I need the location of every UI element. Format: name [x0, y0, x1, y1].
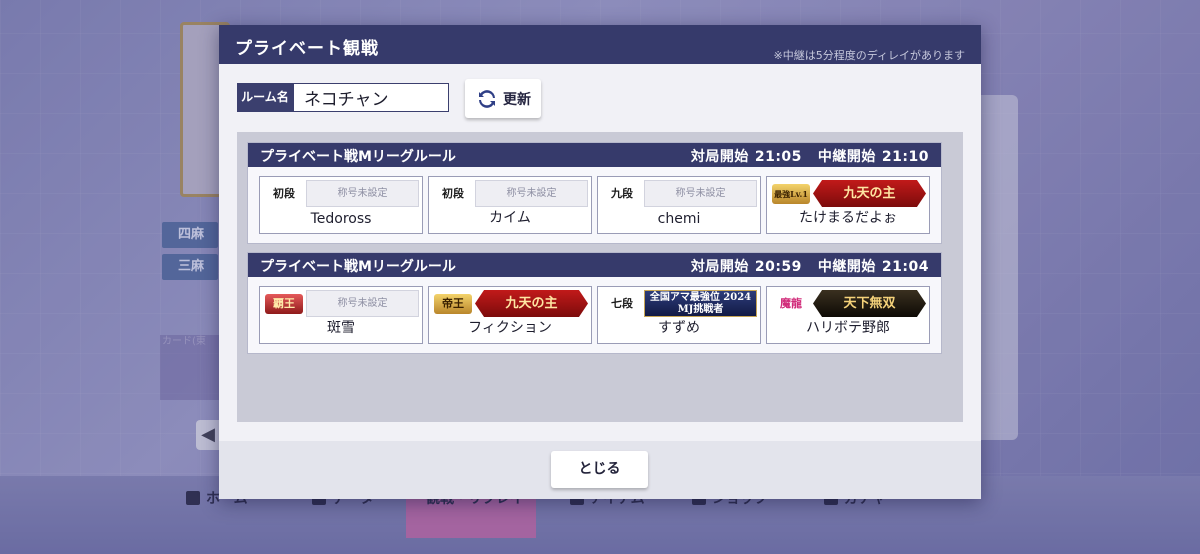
player-name: ハリボテ野郎: [806, 320, 890, 336]
room-name-row: ルーム名: [237, 83, 449, 113]
player-slot[interactable]: 初段 称号未設定 カイム: [428, 176, 592, 234]
refresh-button[interactable]: 更新: [465, 79, 541, 118]
start-label: 対局開始: [690, 149, 749, 165]
match-card[interactable]: プライベート戦Mリーグルール 対局開始 21:05 中継開始 21:10 初段 称号未…: [247, 142, 942, 244]
refresh-icon: [479, 89, 495, 108]
start-time: 21:05: [754, 149, 802, 165]
match-card[interactable]: プライベート戦Mリーグルール 対局開始 20:59 中継開始 21:04 覇王 称号未…: [247, 252, 942, 354]
start-label: 対局開始: [690, 259, 749, 275]
rank-badge: 七段: [611, 297, 633, 310]
match-times: 対局開始 21:05 中継開始 21:10: [685, 146, 929, 166]
player-list: 覇王 称号未設定 斑雪 帝王 九天の主 フィクション 七段 全国アマ最強位 20…: [259, 286, 930, 344]
close-button[interactable]: とじる: [551, 451, 648, 488]
modal-title: プライベート観戦: [235, 39, 379, 59]
player-name: カイム: [489, 210, 531, 226]
relay-label: 中継開始: [817, 149, 876, 165]
match-rule: プライベート戦Mリーグルール: [260, 149, 456, 165]
match-header: プライベート戦Mリーグルール 対局開始 21:05 中継開始 21:10: [248, 143, 941, 167]
player-slot[interactable]: 魔龍 天下無双 ハリボテ野郎: [766, 286, 930, 344]
relay-time: 21:04: [881, 259, 929, 275]
player-slot[interactable]: 最強Lv.1 九天の主 たけまるだよぉ: [766, 176, 930, 234]
player-slot[interactable]: 初段 称号未設定 Tedoross: [259, 176, 423, 234]
rank-badge: 初段: [273, 187, 295, 200]
player-slot[interactable]: 覇王 称号未設定 斑雪: [259, 286, 423, 344]
player-name: すずめ: [658, 320, 700, 336]
player-list: 初段 称号未設定 Tedoross 初段 称号未設定 カイム 九段 称号未設定 …: [259, 176, 930, 234]
match-list: プライベート戦Mリーグルール 対局開始 21:05 中継開始 21:10 初段 称号未…: [237, 132, 963, 422]
player-slot[interactable]: 九段 称号未設定 chemi: [597, 176, 761, 234]
modal-header: プライベート観戦 ※中継は5分程度のディレイがあります: [219, 25, 981, 64]
match-header: プライベート戦Mリーグルール 対局開始 20:59 中継開始 21:04: [248, 253, 941, 277]
player-name: chemi: [657, 211, 701, 227]
match-rule: プライベート戦Mリーグルール: [260, 259, 456, 275]
player-slot[interactable]: 七段 全国アマ最強位 2024 MJ挑戦者 すずめ: [597, 286, 761, 344]
player-title-banner: 九天の主: [813, 180, 926, 207]
player-name: フィクション: [468, 320, 552, 336]
player-title: 称号未設定: [306, 290, 419, 317]
rank-badge: 覇王: [265, 294, 303, 314]
player-name: 斑雪: [327, 320, 355, 336]
player-title-banner: 天下無双: [813, 290, 926, 317]
start-time: 20:59: [754, 259, 802, 275]
match-times: 対局開始 20:59 中継開始 21:04: [685, 256, 929, 276]
player-title: 称号未設定: [644, 180, 757, 207]
relay-time: 21:10: [881, 149, 929, 165]
player-slot[interactable]: 帝王 九天の主 フィクション: [428, 286, 592, 344]
rank-badge: 最強Lv.1: [772, 184, 810, 204]
room-name-input[interactable]: [293, 83, 449, 112]
player-title: 称号未設定: [475, 180, 588, 207]
relay-label: 中継開始: [817, 259, 876, 275]
player-name: Tedoross: [310, 211, 372, 227]
player-title: 称号未設定: [306, 180, 419, 207]
player-title-banner: 九天の主: [475, 290, 588, 317]
rank-badge: 初段: [442, 187, 464, 200]
private-watch-modal: プライベート観戦 ※中継は5分程度のディレイがあります ルーム名 更新 プライベ…: [219, 25, 981, 499]
rank-badge: 九段: [611, 187, 633, 200]
refresh-label: 更新: [503, 91, 531, 108]
modal-body: ルーム名 更新 プライベート戦Mリーグルール 対局開始 21:05 中継開始 21:1…: [219, 64, 981, 441]
rank-badge: 魔龍: [780, 297, 802, 310]
player-name: たけまるだよぉ: [799, 210, 897, 226]
delay-note: ※中継は5分程度のディレイがあります: [773, 49, 965, 62]
rank-badge: 帝王: [434, 294, 472, 314]
room-name-label: ルーム名: [237, 83, 293, 112]
player-title-banner: 全国アマ最強位 2024 MJ挑戦者: [644, 290, 757, 317]
